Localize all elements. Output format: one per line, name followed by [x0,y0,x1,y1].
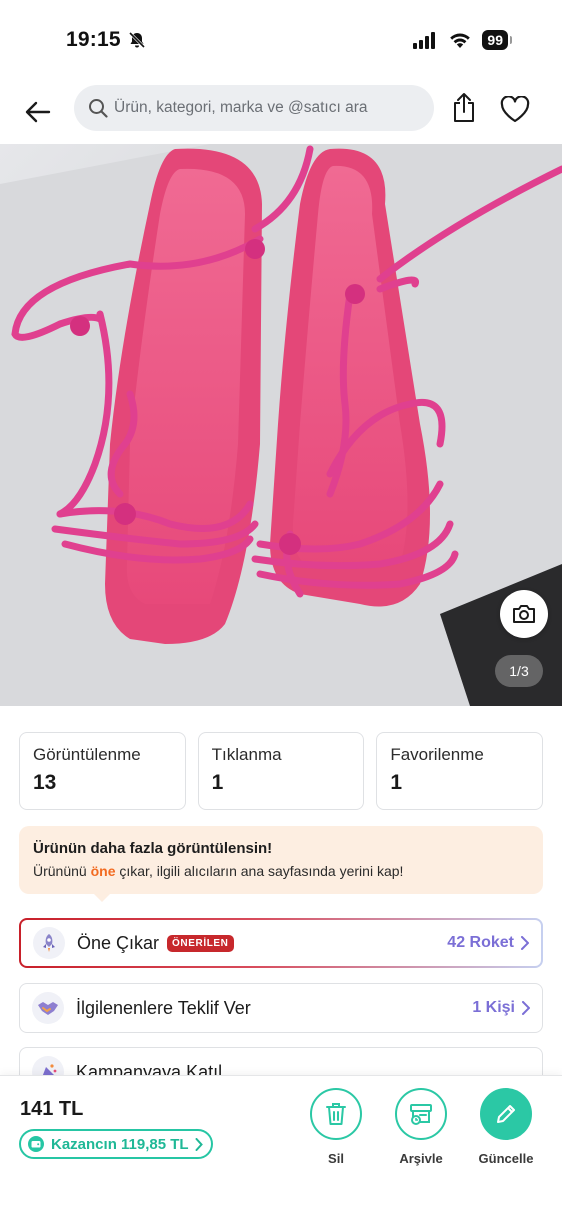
share-icon [454,93,474,122]
bottom-action-bar: 141 TL Kazancın 119,85 TL Sil Arşivle Gü… [0,1075,562,1221]
share-button[interactable] [447,90,481,126]
camera-button[interactable] [500,590,548,638]
product-detail-page: 19:15 99 Ürün, kategori, marka ve @satıc… [0,0,562,1221]
stat-card-views: Görüntülenme 13 [19,732,186,810]
earnings-text: Kazancın 119,85 TL [51,1135,189,1153]
delete-button[interactable] [310,1088,362,1140]
back-button[interactable] [20,94,56,130]
row-value: 1 Kişi [472,999,530,1017]
stats-row: Görüntülenme 13 Tıklanma 1 Favorilenme 1 [19,732,544,810]
archive-action[interactable]: Arşivle [381,1088,461,1166]
search-placeholder: Ürün, kategori, marka ve @satıcı ara [114,99,368,116]
status-indicators: 99 [412,30,512,50]
stat-value: 1 [390,771,403,794]
update-label: Güncelle [478,1151,534,1166]
tip-title: Ürünün daha fazla görüntülensin! [33,840,273,857]
row-value: 42 Roket [447,934,529,952]
favorite-button[interactable] [497,92,533,126]
search-icon [89,99,108,118]
chevron-right-icon [195,1137,203,1151]
wifi-icon [450,33,471,48]
product-photo[interactable] [0,144,562,706]
arrow-left-icon [25,101,51,123]
tip-body: Ürününü öne çıkar, ilgili alıcıların ana… [33,863,529,879]
update-action[interactable]: Güncelle [466,1088,546,1166]
camera-icon [513,605,535,623]
update-button[interactable] [480,1088,532,1140]
stat-label: Tıklanma [211,745,282,764]
stat-label: Favorilenme [390,745,484,764]
stat-card-clicks: Tıklanma 1 [197,732,365,810]
stat-label: Görüntülenme [33,745,141,764]
recommended-badge: ÖNERİLEN [167,934,234,952]
bell-muted-icon [128,31,146,54]
battery-indicator: 99 [482,30,512,50]
status-bar: 19:15 99 [0,0,562,84]
rocket-icon [33,927,65,959]
top-navigation: Ürün, kategori, marka ve @satıcı ara [0,84,562,140]
status-time: 19:15 [66,28,121,51]
delete-label: Sil [328,1151,344,1166]
interested-count: 1 Kişi [472,999,515,1016]
stat-value: 1 [211,771,224,794]
pencil-icon [497,1105,515,1123]
chevron-right-icon [521,936,529,950]
roket-count: 42 Roket [447,934,514,951]
tip-highlight: öne [90,863,116,879]
search-input[interactable]: Ürün, kategori, marka ve @satıcı ara [74,85,434,131]
stat-value: 13 [33,771,57,794]
stat-card-favorites: Favorilenme 1 [376,732,544,810]
row-label: İlgilenenlere Teklif Ver [76,997,251,1018]
delete-action[interactable]: Sil [296,1088,376,1166]
archive-icon [410,1104,432,1125]
signal-icon [413,32,436,49]
archive-label: Arşivle [399,1151,443,1166]
heart-icon [500,95,530,122]
earnings-pill[interactable]: Kazancın 119,85 TL [19,1129,213,1159]
boost-row[interactable]: Öne Çıkar ÖNERİLEN 42 Roket [19,918,543,968]
tip-body-suffix: çıkar, ilgili alıcıların ana sayfasında … [115,863,404,879]
handshake-icon [32,992,64,1024]
promotion-tip: Ürünün daha fazla görüntülensin! Ürününü… [19,826,543,902]
row-label: Öne Çıkar [77,932,160,953]
price: 141 TL [20,1098,84,1120]
trash-icon [326,1103,346,1125]
archive-button[interactable] [395,1088,447,1140]
photo-counter: 1/3 [495,655,543,687]
chevron-right-icon [522,1001,530,1015]
wallet-icon [28,1136,44,1152]
offer-interested-row[interactable]: İlgilenenlere Teklif Ver 1 Kişi [19,983,543,1033]
tip-body-prefix: Ürününü [33,863,91,879]
sandals-image [0,144,562,706]
